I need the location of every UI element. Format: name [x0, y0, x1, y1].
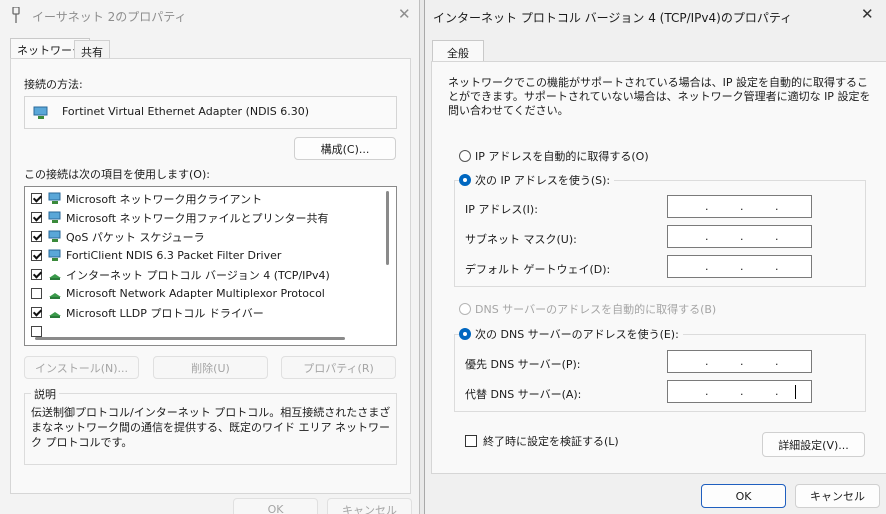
component-item[interactable]: Microsoft LLDP プロトコル ドライバー	[31, 303, 264, 322]
component-label: Microsoft Network Adapter Multiplexor Pr…	[66, 287, 325, 300]
protocol-icon	[48, 268, 62, 281]
install-button[interactable]: インストール(N)...	[24, 356, 139, 379]
component-checkbox[interactable]	[31, 193, 42, 204]
uninstall-button[interactable]: 削除(U)	[153, 356, 268, 379]
cancel-button[interactable]: キャンセル	[795, 484, 880, 508]
ip-manual-radio[interactable]	[459, 174, 471, 186]
close-icon[interactable]: ✕	[861, 5, 874, 23]
ip-auto-option[interactable]: IP アドレスを自動的に取得する(O)	[459, 148, 649, 164]
gateway-input[interactable]: ...	[667, 255, 812, 278]
validate-option[interactable]: 終了時に設定を検証する(L)	[465, 433, 619, 449]
dns-auto-label: DNS サーバーのアドレスを自動的に取得する(B)	[475, 303, 717, 316]
properties-button[interactable]: プロパティ(R)	[281, 356, 396, 379]
title-bar: イーサネット 2のプロパティ ✕	[0, 0, 420, 30]
ethernet-properties-window: イーサネット 2のプロパティ ✕ ネットワーク 共有 接続の方法: Fortin…	[0, 0, 420, 514]
dns-manual-radio[interactable]	[459, 328, 471, 340]
network-tab-panel: 接続の方法: Fortinet Virtual Ethernet Adapter…	[10, 58, 411, 494]
cancel-button-back[interactable]: キャンセル	[327, 498, 412, 514]
preferred-dns-label: 優先 DNS サーバー(P):	[465, 358, 581, 371]
validate-checkbox[interactable]	[465, 435, 477, 447]
components-list[interactable]: Microsoft ネットワーク用クライアント Microsoft ネットワーク用…	[24, 186, 397, 346]
ip-auto-label: IP アドレスを自動的に取得する(O)	[475, 150, 649, 163]
ip-manual-option[interactable]: 次の IP アドレスを使う(S):	[459, 172, 615, 188]
intro-text: ネットワークでこの機能がサポートされている場合は、IP 設定を自動的に取得するこ…	[448, 76, 871, 117]
component-label: Microsoft ネットワーク用クライアント	[66, 192, 263, 206]
component-checkbox[interactable]	[31, 212, 42, 223]
component-label: FortiClient NDIS 6.3 Packet Filter Drive…	[66, 249, 282, 262]
subnet-label: サブネット マスク(U):	[465, 233, 577, 246]
protocol-icon	[48, 287, 62, 300]
vertical-scrollbar[interactable]	[386, 191, 389, 265]
items-label: この接続は次の項目を使用します(O):	[24, 168, 210, 181]
component-checkbox[interactable]	[31, 269, 42, 280]
component-checkbox[interactable]	[31, 326, 42, 337]
ok-button[interactable]: OK	[701, 484, 786, 508]
alternate-dns-label: 代替 DNS サーバー(A):	[465, 388, 582, 401]
component-checkbox[interactable]	[31, 231, 42, 242]
tab-general[interactable]: 全般	[432, 40, 484, 62]
advanced-button[interactable]: 詳細設定(V)...	[762, 432, 865, 457]
component-item[interactable]: Microsoft ネットワーク用ファイルとプリンター共有	[31, 208, 329, 227]
ip-auto-radio[interactable]	[459, 150, 471, 162]
component-label: Microsoft LLDP プロトコル ドライバー	[66, 306, 264, 320]
component-item[interactable]: Microsoft Network Adapter Multiplexor Pr…	[31, 284, 325, 303]
ipv4-properties-window: インターネット プロトコル バージョン 4 (TCP/IPv4)のプロパティ ✕…	[424, 0, 886, 514]
gateway-label: デフォルト ゲートウェイ(D):	[465, 263, 611, 276]
component-label: Microsoft ネットワーク用ファイルとプリンター共有	[66, 211, 329, 225]
component-checkbox[interactable]	[31, 288, 42, 299]
subnet-input[interactable]: ...	[667, 225, 812, 248]
component-item[interactable]: FortiClient NDIS 6.3 Packet Filter Drive…	[31, 246, 281, 265]
preferred-dns-input[interactable]: ...	[667, 350, 812, 373]
window-title: インターネット プロトコル バージョン 4 (TCP/IPv4)のプロパティ	[433, 11, 793, 25]
network-adapter-icon	[11, 7, 21, 23]
adapter-name: Fortinet Virtual Ethernet Adapter (NDIS …	[62, 105, 310, 118]
component-checkbox[interactable]	[31, 250, 42, 261]
connect-using-label: 接続の方法:	[24, 78, 83, 91]
adapter-icon	[33, 106, 49, 120]
configure-button[interactable]: 構成(C)...	[294, 137, 396, 160]
component-item[interactable]: QoS パケット スケジューラ	[31, 227, 205, 246]
dns-manual-option[interactable]: 次の DNS サーバーのアドレスを使う(E):	[459, 326, 683, 342]
ip-address-label: IP アドレス(I):	[465, 203, 538, 216]
validate-label: 終了時に設定を検証する(L)	[483, 435, 619, 448]
network-client-icon	[48, 192, 62, 205]
component-label: インターネット プロトコル バージョン 4 (TCP/IPv4)	[66, 268, 330, 282]
alternate-dns-input[interactable]: ...	[667, 380, 812, 403]
window-title: イーサネット 2のプロパティ	[32, 10, 187, 24]
component-item[interactable]: インターネット プロトコル バージョン 4 (TCP/IPv4)	[31, 265, 330, 284]
dns-manual-label: 次の DNS サーバーのアドレスを使う(E):	[475, 328, 679, 341]
close-icon[interactable]: ✕	[398, 5, 411, 23]
dns-auto-radio[interactable]	[459, 303, 471, 315]
text-cursor	[795, 384, 796, 399]
general-tab-panel: ネットワークでこの機能がサポートされている場合は、IP 設定を自動的に取得するこ…	[431, 61, 886, 474]
dns-auto-option[interactable]: DNS サーバーのアドレスを自動的に取得する(B)	[459, 301, 716, 317]
filter-driver-icon	[48, 249, 62, 262]
adapter-box: Fortinet Virtual Ethernet Adapter (NDIS …	[24, 96, 397, 129]
component-checkbox[interactable]	[31, 307, 42, 318]
component-item[interactable]: Microsoft ネットワーク用クライアント	[31, 189, 262, 208]
ip-manual-label: 次の IP アドレスを使う(S):	[475, 174, 611, 187]
horizontal-scrollbar[interactable]	[35, 337, 345, 340]
component-label: QoS パケット スケジューラ	[66, 230, 205, 244]
description-heading: 説明	[31, 386, 59, 402]
description-text: 伝送制御プロトコル/インターネット プロトコル。相互接続されたさまざまなネットワ…	[31, 406, 391, 449]
file-printer-sharing-icon	[48, 211, 62, 224]
protocol-icon	[48, 306, 62, 319]
ok-button-back[interactable]: OK	[233, 498, 318, 514]
ip-address-input[interactable]: ...	[667, 195, 812, 218]
qos-icon	[48, 230, 62, 243]
